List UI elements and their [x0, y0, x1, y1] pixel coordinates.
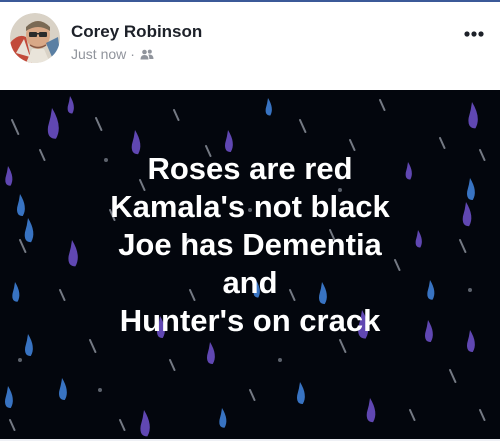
raindrop-shape — [140, 410, 150, 437]
rain-streak — [379, 99, 386, 111]
rain-dot — [278, 358, 282, 362]
post-text-line: Joe has Dementia — [118, 227, 382, 262]
raindrop-shape — [219, 408, 227, 428]
avatar-image — [10, 13, 60, 63]
raindrop-shape — [5, 386, 13, 408]
rain-streak — [349, 139, 356, 151]
author-block: Corey Robinson Just now · — [71, 22, 202, 63]
post-timestamp[interactable]: Just now — [71, 45, 126, 63]
post-header: Corey Robinson Just now · — [0, 2, 500, 88]
post-text-line: and — [222, 265, 278, 300]
rain-streak — [119, 419, 126, 431]
author-name[interactable]: Corey Robinson — [71, 22, 202, 42]
post-text-line: Hunter's on crack — [119, 303, 381, 338]
rain-streak — [9, 419, 16, 431]
raindrop-shape — [47, 108, 59, 139]
rain-streak — [249, 389, 256, 401]
more-options-button[interactable] — [462, 24, 486, 44]
rain-dot — [18, 358, 22, 362]
rain-streak — [479, 409, 486, 421]
raindrop-shape — [67, 96, 74, 114]
more-options-icon — [464, 31, 484, 37]
rain-streak — [299, 119, 307, 133]
meta-separator: · — [130, 46, 135, 62]
rain-streak — [95, 117, 103, 131]
rain-streak — [173, 109, 180, 121]
post-text-line: Roses are red — [147, 151, 353, 186]
rain-streak — [11, 119, 20, 135]
rain-dot — [98, 388, 102, 392]
rain-streak — [439, 137, 446, 149]
rain-streak — [409, 409, 416, 421]
post-meta: Just now · — [71, 45, 202, 63]
raindrop-shape — [225, 130, 233, 152]
rain-streak — [449, 369, 457, 383]
raindrop-shape — [59, 378, 67, 400]
background-post: Roses are red Kamala's not black Joe has… — [0, 90, 500, 439]
rain-streak — [169, 359, 176, 371]
raindrop-shape — [207, 342, 215, 364]
friends-icon[interactable] — [140, 49, 154, 60]
raindrop-shape — [468, 102, 478, 129]
avatar[interactable] — [10, 13, 60, 63]
rain-streak — [89, 339, 97, 353]
post-text: Roses are red Kamala's not black Joe has… — [0, 150, 500, 340]
raindrop-shape — [366, 398, 376, 423]
rain-streak — [339, 339, 347, 353]
raindrop-shape — [265, 98, 272, 116]
post-text-line: Kamala's not black — [110, 189, 390, 224]
raindrop-shape — [297, 382, 305, 404]
feed-post: Corey Robinson Just now · Roses are red … — [0, 0, 500, 441]
